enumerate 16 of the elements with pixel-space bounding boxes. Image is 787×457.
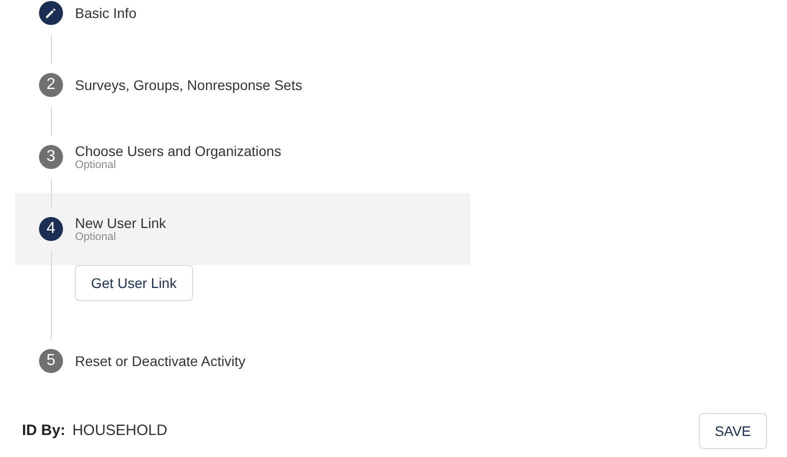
get-user-link-button[interactable]: Get User Link [75,265,193,301]
save-button[interactable]: SAVE [698,413,767,449]
id-by-value: HOUSEHOLD [72,420,168,441]
step-number: 3 [39,145,63,169]
step-header[interactable]: 4 New User Link Optional [15,193,470,265]
step-number: 4 [39,217,63,241]
step-title: Reset or Deactivate Activity [75,353,246,369]
step-number: 5 [39,349,63,373]
step-title: Surveys, Groups, Nonresponse Sets [75,77,302,93]
id-by-label: ID By: [22,420,66,441]
step-title: Choose Users and Organizations [75,142,282,158]
step-subtitle: Optional [75,158,117,172]
step-title: New User Link [75,214,166,230]
step-title: Basic Info [75,5,136,21]
step-number: 2 [39,73,63,97]
step-subtitle: Optional [75,230,117,244]
